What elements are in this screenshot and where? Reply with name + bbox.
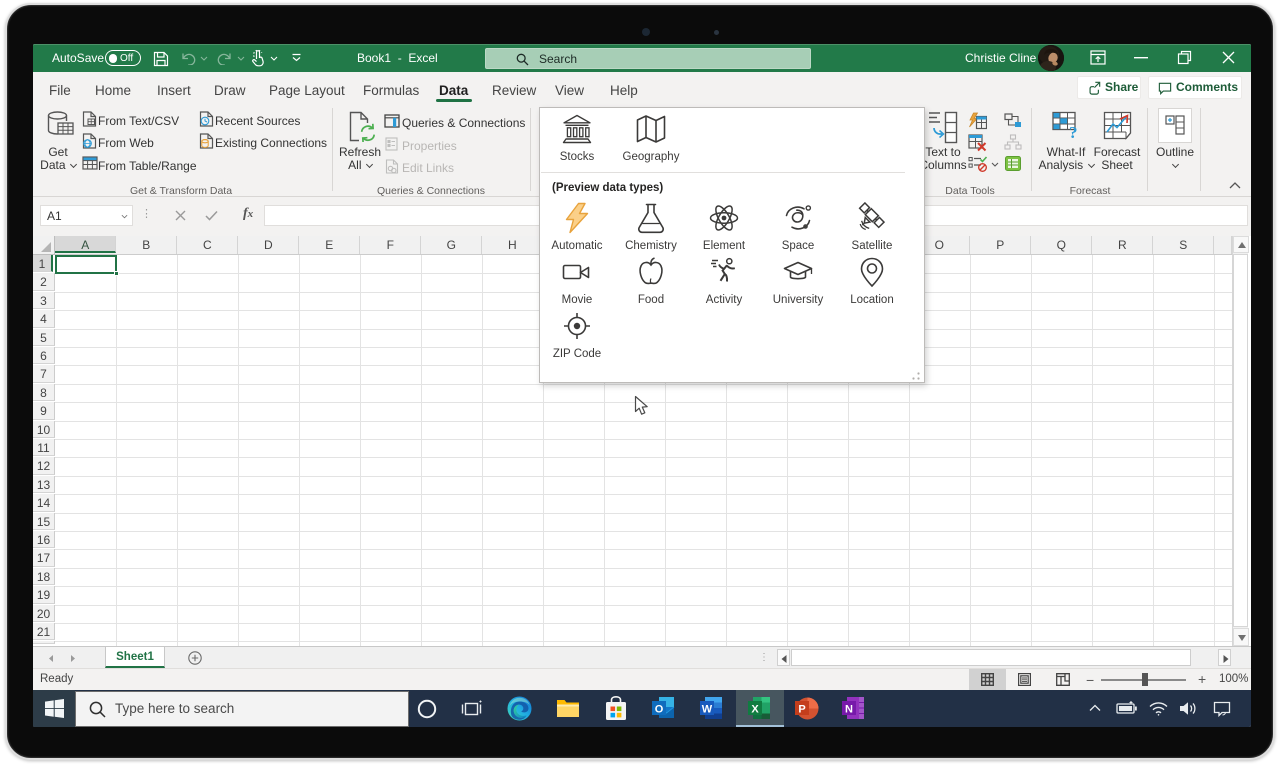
svg-text:P: P	[798, 704, 805, 716]
svg-text:X: X	[751, 704, 759, 716]
svg-text:?: ?	[1069, 123, 1078, 140]
svg-text:O: O	[655, 704, 664, 716]
svg-text:N: N	[845, 704, 853, 716]
svg-text:W: W	[702, 704, 713, 716]
